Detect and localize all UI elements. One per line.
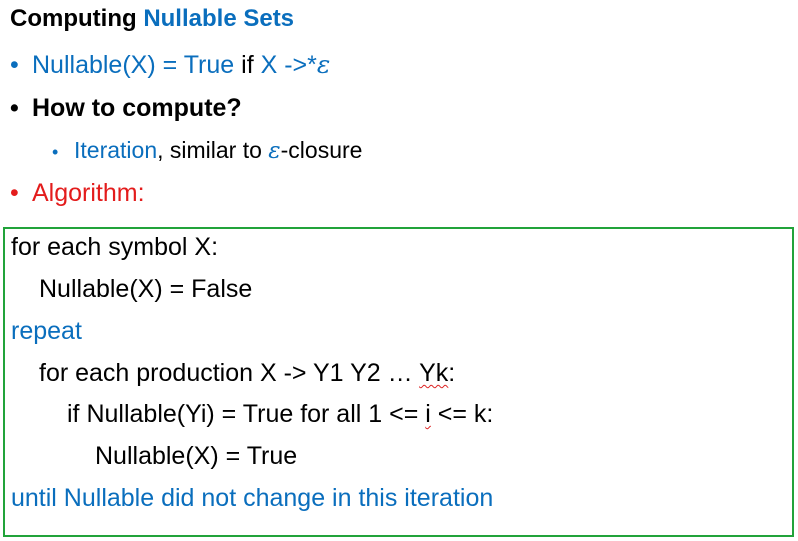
code-line-4: for each production X -> Y1 Y2 … Yk:	[39, 358, 455, 388]
bullet-dot-icon: •	[10, 179, 19, 207]
code-line-2: Nullable(X) = False	[39, 275, 253, 303]
code-line-5: if Nullable(Yi) = True for all 1 <= i <=…	[67, 399, 493, 429]
code-line-4-c: :	[448, 359, 456, 387]
code-line-1: for each symbol X:	[11, 233, 219, 261]
sub-part3: -closure	[280, 137, 363, 163]
def-part1: Nullable(X) = True	[32, 51, 235, 79]
code-line-7: until Nullable did not change in this it…	[11, 484, 494, 512]
bullet-sub-iteration: • Iteration, similar to ε-closure	[52, 135, 362, 167]
code-line-4-b: Yk	[419, 359, 449, 387]
code-line-5-c: <= k:	[430, 400, 494, 428]
def-part3: X ->*	[260, 51, 317, 79]
title-highlight: Nullable Sets	[143, 5, 295, 32]
sub-part2: , similar to	[157, 137, 269, 163]
slide-title: Computing Nullable Sets	[10, 4, 294, 34]
bullet-how: • How to compute?	[10, 93, 242, 123]
code-line-3: repeat	[11, 317, 82, 345]
bullet-algorithm: • Algorithm:	[10, 178, 145, 208]
epsilon-symbol: ε	[268, 138, 281, 164]
bullet-dot-icon: •	[52, 142, 59, 162]
code-line-6: Nullable(X) = True	[95, 442, 298, 470]
code-line-4-a: for each production X -> Y1 Y2 …	[39, 359, 420, 387]
code-line-5-a: if Nullable(Yi) = True for all 1 <=	[67, 400, 426, 428]
bullet-dot-icon: •	[10, 94, 19, 122]
sub-part1: Iteration	[74, 137, 158, 163]
how-text: How to compute?	[32, 94, 242, 122]
epsilon-symbol: ε	[316, 50, 331, 79]
algo-label: Algorithm:	[32, 179, 145, 207]
bullet-dot-icon: •	[10, 51, 19, 79]
def-part2: if	[241, 51, 254, 79]
title-prefix: Computing	[10, 5, 137, 32]
bullet-definition: • Nullable(X) = True if X ->*ε	[10, 50, 330, 80]
